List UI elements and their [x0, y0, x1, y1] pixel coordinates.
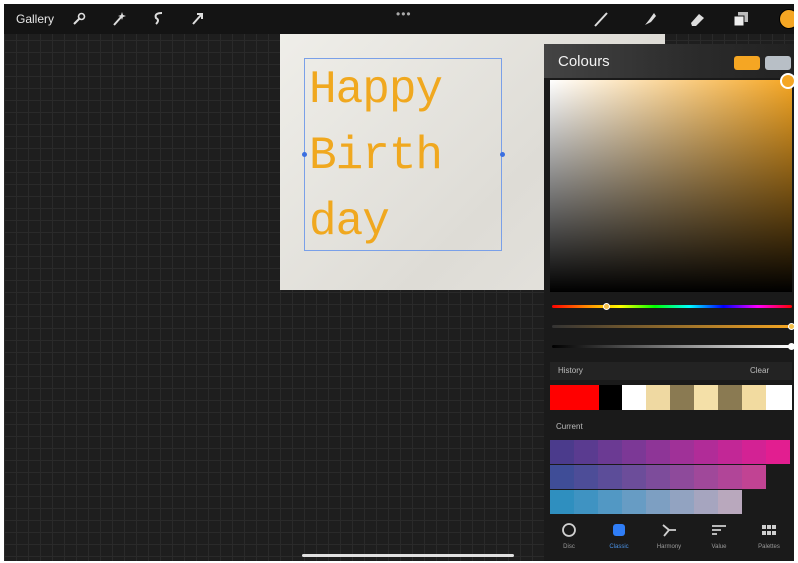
- disc-icon: [562, 523, 576, 537]
- palette-swatch[interactable]: [550, 490, 574, 514]
- palette-swatch[interactable]: [742, 465, 766, 489]
- palette-swatch[interactable]: [598, 440, 622, 464]
- more-options-button[interactable]: •••: [396, 7, 412, 21]
- palette-swatch[interactable]: [646, 465, 670, 489]
- palette-swatch[interactable]: [646, 440, 670, 464]
- text-line-3: day: [309, 196, 390, 248]
- text-line-1: Happy: [309, 64, 443, 116]
- colour-mode-tabs: Disc Classic Harmony Value Palettes: [544, 514, 794, 561]
- eraser-icon[interactable]: [688, 10, 706, 28]
- history-swatch[interactable]: [766, 385, 792, 410]
- palette-swatch[interactable]: [622, 465, 646, 489]
- home-indicator[interactable]: [302, 554, 514, 557]
- tab-palettes[interactable]: Palettes: [744, 514, 794, 561]
- palettes-icon: [762, 525, 776, 535]
- selection-handle-right[interactable]: [500, 152, 505, 157]
- palette-label: Current: [556, 422, 583, 431]
- procreate-screen: Happy Birth day Gallery ••• Colours Hist…: [4, 4, 794, 561]
- palette-swatch[interactable]: [574, 465, 598, 489]
- palette-swatch[interactable]: [622, 490, 646, 514]
- saturation-brightness-picker[interactable]: [550, 80, 792, 292]
- magic-wand-icon[interactable]: [110, 10, 128, 28]
- gallery-button[interactable]: Gallery: [16, 12, 54, 26]
- colours-header: Colours: [544, 44, 794, 78]
- classic-icon: [613, 524, 625, 536]
- panel-title: Colours: [558, 53, 610, 70]
- tab-label: Value: [711, 544, 727, 550]
- palette-row: [550, 490, 792, 514]
- history-swatches: [550, 385, 792, 410]
- palette-swatch[interactable]: [574, 440, 598, 464]
- palette-swatch[interactable]: [694, 490, 718, 514]
- palette-row: [550, 465, 792, 489]
- tab-value[interactable]: Value: [694, 514, 744, 561]
- history-swatch[interactable]: [622, 385, 646, 410]
- value-icon: [712, 525, 726, 535]
- colours-panel: Colours History Clear Current Disc Class…: [544, 44, 794, 561]
- brush-icon[interactable]: [592, 10, 610, 28]
- palette-swatch[interactable]: [742, 440, 766, 464]
- palette-swatch[interactable]: [550, 440, 574, 464]
- color-picker-knob[interactable]: [780, 73, 794, 89]
- hue-slider-knob[interactable]: [603, 303, 611, 310]
- wrench-icon[interactable]: [70, 10, 88, 28]
- palette-swatch[interactable]: [718, 465, 742, 489]
- tab-harmony[interactable]: Harmony: [644, 514, 694, 561]
- tab-disc[interactable]: Disc: [544, 514, 594, 561]
- brightness-slider-knob[interactable]: [788, 343, 794, 350]
- palette-swatch[interactable]: [670, 490, 694, 514]
- current-palette: [550, 440, 792, 515]
- palette-swatch[interactable]: [598, 490, 622, 514]
- secondary-color-swatch[interactable]: [765, 56, 791, 70]
- palette-swatch[interactable]: [550, 465, 574, 489]
- selection-icon[interactable]: [150, 10, 168, 28]
- history-swatch[interactable]: [646, 385, 670, 410]
- tab-label: Palettes: [758, 544, 780, 550]
- history-swatch[interactable]: [599, 385, 622, 410]
- history-bar: History Clear: [550, 362, 792, 380]
- brightness-slider[interactable]: [552, 343, 794, 350]
- selection-handle-left[interactable]: [302, 152, 307, 157]
- palette-swatch[interactable]: [670, 465, 694, 489]
- tab-label: Harmony: [656, 544, 682, 550]
- layers-icon[interactable]: [732, 10, 750, 28]
- saturation-slider[interactable]: [552, 323, 794, 330]
- history-swatch[interactable]: [694, 385, 718, 410]
- tab-label: Disc: [563, 544, 575, 550]
- palette-swatch[interactable]: [670, 440, 694, 464]
- history-swatch[interactable]: [670, 385, 694, 410]
- palette-swatch[interactable]: [766, 440, 790, 464]
- primary-color-swatch[interactable]: [734, 56, 760, 70]
- palette-swatch[interactable]: [622, 440, 646, 464]
- palette-row: [550, 440, 792, 464]
- history-swatch[interactable]: [550, 385, 599, 410]
- palette-swatch[interactable]: [718, 440, 742, 464]
- current-color-button[interactable]: [779, 9, 794, 29]
- text-selection-box[interactable]: Happy Birth day: [302, 58, 505, 251]
- palette-swatch[interactable]: [718, 490, 742, 514]
- palette-swatch[interactable]: [574, 490, 598, 514]
- text-line-2: Birth: [309, 130, 443, 182]
- history-swatch[interactable]: [718, 385, 742, 410]
- smudge-icon[interactable]: [640, 10, 658, 28]
- palette-swatch[interactable]: [694, 440, 718, 464]
- history-label: History: [558, 366, 583, 375]
- palette-swatch[interactable]: [694, 465, 718, 489]
- clear-history-button[interactable]: Clear: [750, 366, 769, 375]
- palette-swatch[interactable]: [598, 465, 622, 489]
- history-swatch[interactable]: [742, 385, 766, 410]
- palette-swatch[interactable]: [646, 490, 670, 514]
- harmony-icon: [662, 524, 676, 537]
- tab-label: Classic: [609, 544, 629, 550]
- tab-classic[interactable]: Classic: [594, 514, 644, 561]
- transform-arrow-icon[interactable]: [188, 10, 206, 28]
- saturation-slider-knob[interactable]: [788, 323, 794, 330]
- hue-slider[interactable]: [552, 303, 792, 310]
- top-toolbar: Gallery •••: [4, 4, 794, 34]
